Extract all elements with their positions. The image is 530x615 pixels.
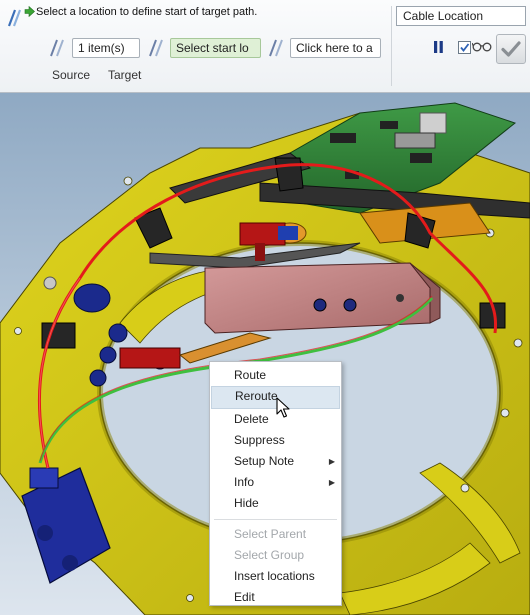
cable-routing-dashboard: Select a location to define start of tar…	[0, 0, 530, 93]
menu-item-hide[interactable]: Hide	[210, 493, 341, 514]
menu-item-select-group: Select Group	[234, 548, 305, 562]
source-collector-icon[interactable]	[48, 38, 66, 61]
menu-item-suppress[interactable]: Suppress	[210, 430, 341, 451]
start-collector-icon[interactable]	[147, 38, 165, 61]
source-collector[interactable]: 1 item(s)	[72, 38, 140, 58]
divider	[391, 6, 392, 86]
cable-routing-icon	[6, 8, 22, 31]
menu-item-route[interactable]: Route	[210, 365, 341, 386]
menu-item-insert-locations[interactable]: Insert locations	[210, 566, 341, 587]
menu-separator	[214, 519, 337, 520]
menu-item-select-parent: Select Parent	[234, 527, 307, 541]
tab-source[interactable]: Source	[52, 68, 90, 82]
ok-button[interactable]	[496, 34, 526, 64]
preview-checkbox[interactable]	[458, 41, 471, 54]
add-location-icon[interactable]	[267, 38, 285, 61]
pause-icon[interactable]	[433, 41, 444, 56]
prompt-message: Select a location to define start of tar…	[36, 6, 258, 18]
green-arrow-icon	[24, 5, 35, 20]
mouse-pointer-icon	[276, 397, 290, 422]
menu-item-setup-note[interactable]: Setup Note ▶	[210, 451, 341, 472]
tab-target[interactable]: Target	[108, 68, 141, 82]
checkmark-icon	[501, 41, 521, 57]
start-location-collector[interactable]: Select start lo	[170, 38, 261, 58]
glasses-preview-icon[interactable]	[471, 40, 492, 55]
menu-item-edit[interactable]: Edit	[210, 587, 341, 608]
add-location-collector[interactable]: Click here to a	[290, 38, 381, 58]
submenu-arrow-icon: ▶	[328, 478, 335, 487]
menu-item-info[interactable]: Info ▶	[210, 472, 341, 493]
cable-location-field[interactable]: Cable Location	[396, 6, 526, 26]
submenu-arrow-icon: ▶	[328, 457, 335, 466]
